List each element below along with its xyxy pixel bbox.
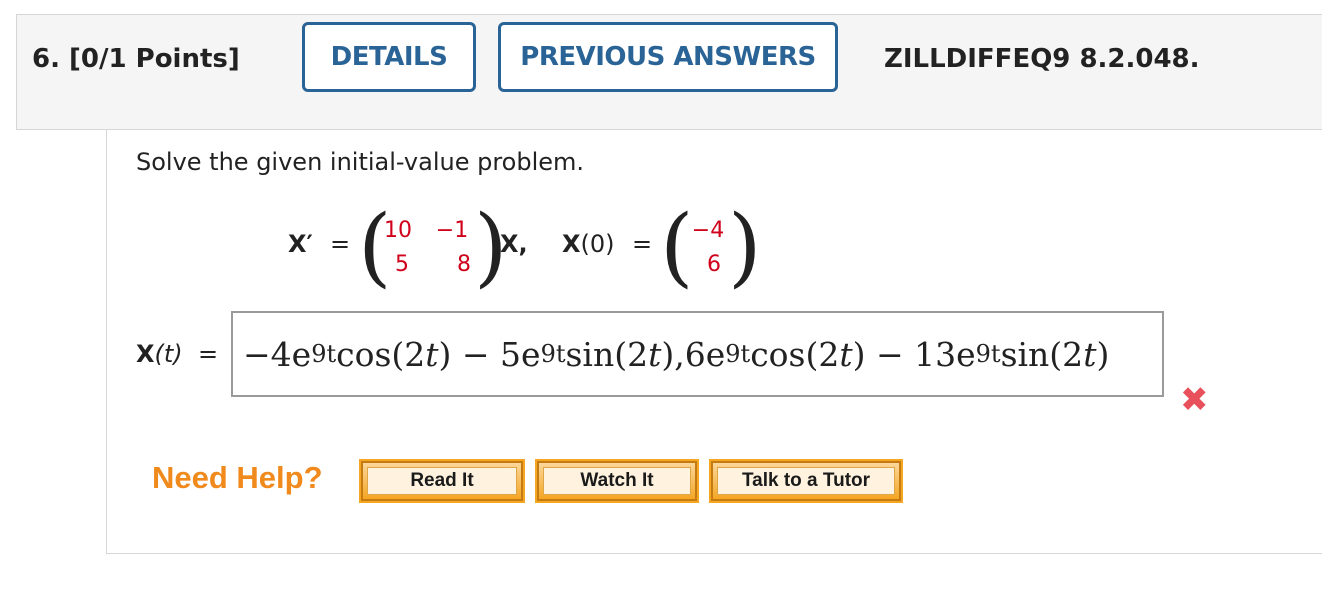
matrix-entry-21: 5: [395, 252, 409, 277]
problem-code: ZILLDIFFEQ9 8.2.048.: [884, 44, 1200, 74]
question-title: 6. [0/1 Points]: [32, 44, 240, 74]
details-button[interactable]: DETAILS: [302, 22, 476, 92]
talk-to-tutor-button[interactable]: Talk to a Tutor: [709, 459, 903, 503]
vector-right-paren: ): [728, 197, 762, 297]
matrix-entry-12: −1: [435, 218, 469, 243]
equation-lhs: X′: [288, 230, 313, 258]
matrix-entry-11: 10: [384, 218, 412, 243]
vector-left-paren: (: [660, 197, 694, 297]
need-help-label: Need Help?: [152, 460, 323, 495]
incorrect-x-icon: ✖: [1180, 380, 1209, 420]
question-points: [0/1 Points]: [69, 44, 240, 74]
matrix-left-paren: (: [358, 197, 392, 297]
previous-answers-button[interactable]: PREVIOUS ANSWERS: [498, 22, 838, 92]
initial-condition-label: X(0): [562, 230, 615, 258]
equation-equals: =: [330, 230, 351, 258]
vector-entry-1: −4: [691, 218, 725, 243]
read-it-button[interactable]: Read It: [359, 459, 525, 503]
watch-it-button[interactable]: Watch It: [535, 459, 699, 503]
problem-prompt: Solve the given initial-value problem.: [136, 148, 585, 176]
answer-input[interactable]: −4e 9t cos(2 t) − 5e 9t sin(2 t),6e 9t cos(2 t) −…: [231, 311, 1164, 397]
answer-equals: =: [198, 340, 219, 368]
initial-condition-equals: =: [632, 230, 653, 258]
answer-label: X(t): [136, 340, 183, 368]
equation-x-label: X,: [500, 230, 528, 258]
question-number: 6.: [32, 44, 60, 74]
